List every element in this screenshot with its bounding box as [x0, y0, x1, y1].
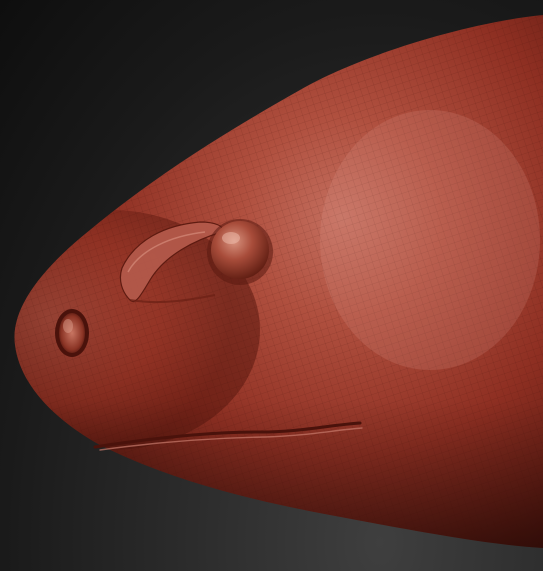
viewport-canvas[interactable] — [0, 0, 543, 571]
sculpt-render — [14, 15, 543, 548]
